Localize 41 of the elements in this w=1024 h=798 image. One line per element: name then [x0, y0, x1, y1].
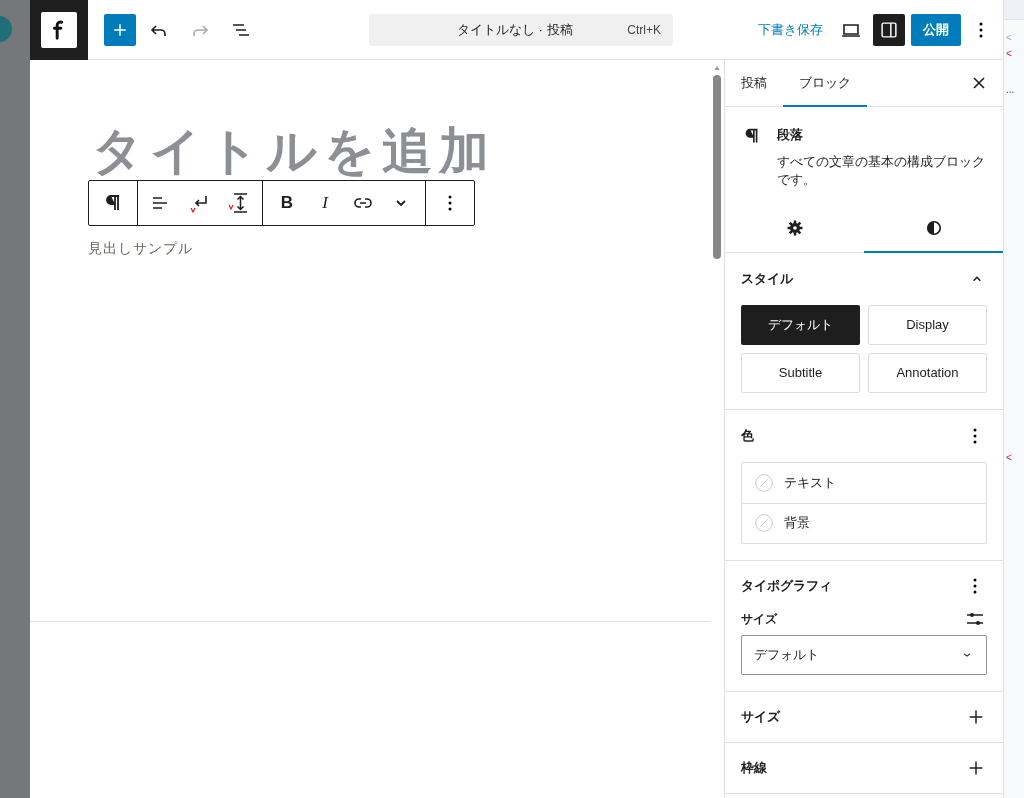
bold-button[interactable]: B [269, 185, 305, 221]
command-bar[interactable]: タイトルなし · 投稿 Ctrl+K [369, 13, 673, 46]
color-option-item[interactable]: 背景 [742, 502, 986, 543]
panel-title: サイズ [741, 707, 780, 726]
shortcut-hint: Ctrl+K [627, 21, 661, 39]
more-vertical-icon [973, 427, 977, 444]
settings-toggle-button[interactable] [873, 13, 905, 46]
field-label: サイズ [741, 610, 777, 628]
empty-swatch-icon [754, 513, 774, 533]
sidebar-tab[interactable]: 投稿 [725, 60, 783, 107]
code-fragment: < [1005, 48, 1013, 60]
scrollbar-thumb[interactable] [713, 75, 721, 259]
panel-title: 枠線 [741, 758, 767, 777]
logo-tile[interactable] [30, 0, 88, 60]
add-block-button[interactable] [104, 13, 136, 46]
style-option-button[interactable]: デフォルト [741, 304, 860, 345]
panel-title: 色 [741, 426, 754, 445]
style-option-button[interactable]: Subtitle [741, 352, 860, 393]
italic-button[interactable]: I [307, 185, 343, 221]
save-draft-link[interactable]: 下書き保存 [752, 13, 829, 46]
code-fragment: ... [1005, 84, 1016, 96]
code-fragment: < [1005, 32, 1013, 44]
document-title: タイトルなし · 投稿 [457, 20, 573, 39]
color-option-item[interactable]: テキスト [742, 462, 986, 503]
scroll-up-arrow-icon[interactable] [712, 64, 722, 72]
more-vertical-icon [448, 195, 452, 211]
more-vertical-icon [973, 577, 977, 594]
panel-title: スタイル [741, 269, 793, 288]
code-fragment: < [1005, 452, 1013, 464]
block-name: 段落 [777, 126, 804, 144]
style-option-button[interactable]: Display [868, 304, 987, 345]
sidebar-tab[interactable]: ブロック [783, 60, 867, 107]
paragraph-text[interactable]: 見出しサンプル [88, 238, 193, 259]
more-vertical-icon [979, 21, 983, 38]
publish-button[interactable]: 公開 [911, 13, 961, 46]
style-option-button[interactable]: Annotation [868, 352, 987, 393]
size-select[interactable]: デフォルト [741, 634, 987, 675]
panel-title: タイポグラフィ [741, 576, 832, 595]
block-description: すべての文章の基本の構成ブロックです。 [777, 152, 986, 189]
chevron-down-icon [396, 200, 406, 206]
empty-swatch-icon [754, 472, 774, 493]
